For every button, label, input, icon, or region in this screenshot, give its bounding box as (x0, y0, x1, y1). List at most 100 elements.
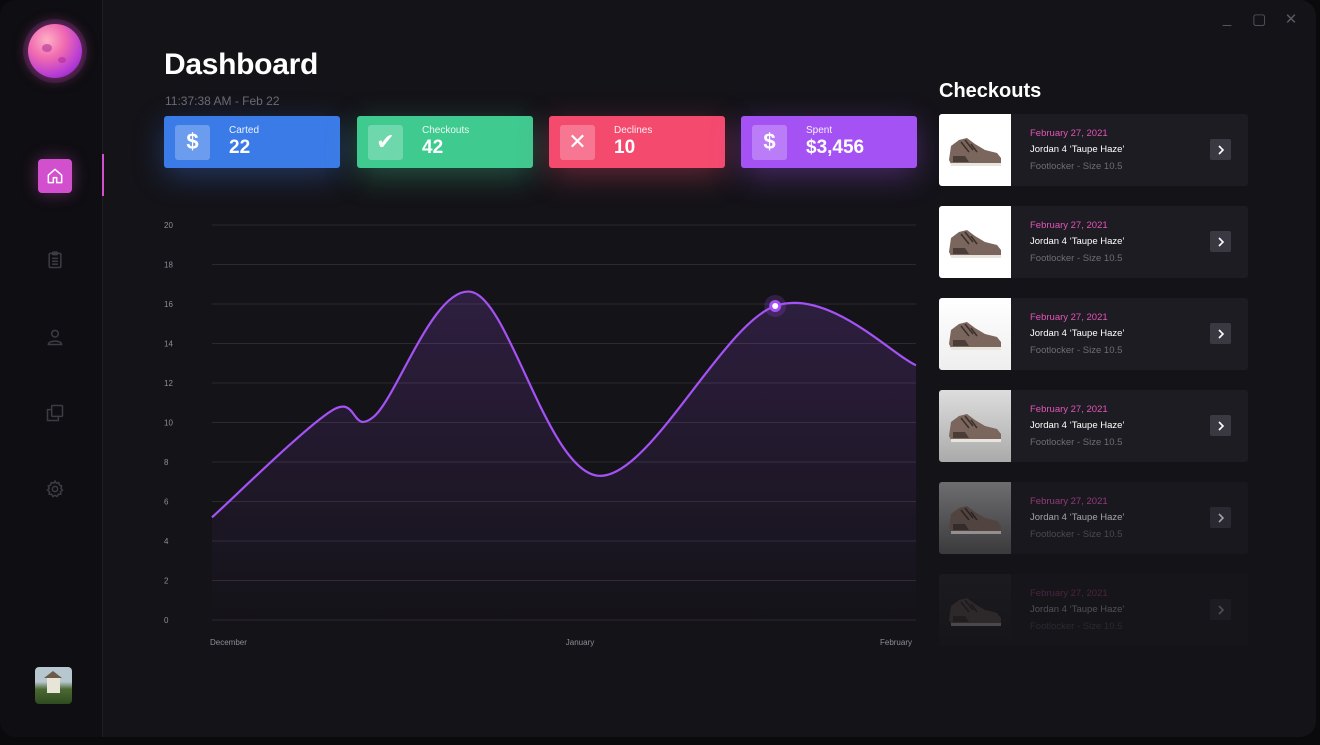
user-icon (47, 329, 63, 346)
avatar-image (44, 671, 62, 693)
copy-icon (46, 404, 64, 422)
app-window: _ ▢ ✕ Dashboard 11:37:38 AM - Feb 22 $ C… (0, 0, 1316, 737)
y-tick-label: 18 (164, 261, 173, 270)
sneaker-image (939, 114, 1011, 186)
stat-value: $3,456 (806, 137, 865, 158)
x-icon: ✕ (560, 124, 595, 160)
x-tick-label: December (210, 638, 247, 647)
checkouts-title: Checkouts (939, 80, 1042, 102)
chevron-right-icon (1217, 144, 1224, 155)
timestamp: 11:37:38 AM - Feb 22 (165, 94, 280, 108)
sneaker-image (939, 298, 1011, 370)
checkout-item[interactable]: February 27, 2021 Jordan 4 ‘Taupe Haze’ Fo… (939, 298, 1248, 370)
nav-proxies[interactable] (38, 396, 72, 430)
stat-value: 22 (229, 137, 251, 158)
sneaker-icon (949, 138, 1001, 166)
planet-icon (28, 24, 82, 78)
sneaker-image (939, 574, 1011, 646)
chevron-right-icon (1217, 604, 1224, 615)
y-tick-label: 8 (164, 458, 169, 467)
checkout-item[interactable]: February 27, 2021 Jordan 4 ‘Taupe Haze’ Fo… (939, 574, 1248, 646)
checkout-product: Jordan 4 ‘Taupe Haze’ (1030, 420, 1125, 431)
view-checkout-button[interactable] (1210, 415, 1231, 436)
checkout-date: February 27, 2021 (1030, 404, 1108, 415)
chevron-right-icon (1217, 328, 1224, 339)
checkout-date: February 27, 2021 (1030, 220, 1108, 231)
y-tick-label: 6 (164, 498, 169, 507)
checkout-product: Jordan 4 ‘Taupe Haze’ (1030, 604, 1125, 615)
stat-label: Declines (614, 125, 653, 136)
view-checkout-button[interactable] (1210, 323, 1231, 344)
checkout-store: Footlocker - Size 10.5 (1030, 253, 1123, 264)
checkout-item[interactable]: February 27, 2021 Jordan 4 ‘Taupe Haze’ Fo… (939, 206, 1248, 278)
avatar[interactable] (35, 667, 72, 704)
stat-card-spent[interactable]: $ Spent $3,456 (741, 116, 917, 168)
line-area-fill (212, 291, 916, 620)
y-tick-label: 0 (164, 616, 169, 625)
sidebar (0, 0, 104, 737)
view-checkout-button[interactable] (1210, 231, 1231, 252)
active-nav-indicator (102, 154, 104, 196)
window-controls: _ ▢ ✕ (1220, 10, 1298, 28)
y-tick-label: 20 (164, 221, 173, 230)
check-icon: ✔ (368, 124, 403, 160)
y-tick-label: 10 (164, 419, 173, 428)
y-tick-label: 2 (164, 577, 169, 586)
home-icon (47, 168, 63, 184)
minimize-icon[interactable]: _ (1220, 10, 1234, 28)
checkout-line-chart: 20181614121086420December January February (164, 221, 917, 647)
checkout-store: Footlocker - Size 10.5 (1030, 161, 1123, 172)
sneaker-image (939, 390, 1011, 462)
checkout-item[interactable]: February 27, 2021 Jordan 4 ‘Taupe Haze’ Fo… (939, 390, 1248, 462)
y-tick-label: 12 (164, 379, 173, 388)
checkout-store: Footlocker - Size 10.5 (1030, 437, 1123, 448)
checkout-product: Jordan 4 ‘Taupe Haze’ (1030, 236, 1125, 247)
checkout-store: Footlocker - Size 10.5 (1030, 345, 1123, 356)
checkout-product: Jordan 4 ‘Taupe Haze’ (1030, 144, 1125, 155)
x-tick-label: January (566, 638, 594, 647)
nav-settings[interactable] (38, 472, 72, 506)
sneaker-icon (949, 230, 1001, 258)
x-tick-label: February (880, 638, 912, 647)
close-icon[interactable]: ✕ (1284, 10, 1298, 28)
nav-home[interactable] (38, 159, 72, 193)
chevron-right-icon (1217, 236, 1224, 247)
app-logo[interactable] (23, 19, 87, 83)
checkout-store: Footlocker - Size 10.5 (1030, 529, 1123, 540)
stat-card-carted[interactable]: $ Carted 22 (164, 116, 340, 168)
clipboard-icon (48, 251, 62, 269)
y-tick-label: 16 (164, 300, 173, 309)
checkout-date: February 27, 2021 (1030, 128, 1108, 139)
gear-icon (46, 479, 64, 498)
stat-value: 42 (422, 137, 444, 158)
highlight-point-center (772, 302, 779, 309)
dollar-icon: $ (175, 124, 210, 160)
nav-profiles[interactable] (38, 320, 72, 354)
checkout-item[interactable]: February 27, 2021 Jordan 4 ‘Taupe Haze’ Fo… (939, 114, 1248, 186)
chevron-right-icon (1217, 512, 1224, 523)
dollar-icon: $ (752, 124, 787, 160)
stat-label: Checkouts (422, 125, 470, 136)
y-tick-label: 4 (164, 537, 169, 546)
stat-value: 10 (614, 137, 636, 158)
checkout-date: February 27, 2021 (1030, 496, 1108, 507)
checkout-product: Jordan 4 ‘Taupe Haze’ (1030, 328, 1125, 339)
y-tick-label: 14 (164, 340, 173, 349)
sneaker-icon (949, 506, 1001, 534)
sneaker-icon (949, 414, 1001, 442)
sneaker-icon (949, 322, 1001, 350)
maximize-icon[interactable]: ▢ (1252, 10, 1266, 28)
checkout-store: Footlocker - Size 10.5 (1030, 621, 1123, 632)
sneaker-icon (949, 598, 1001, 626)
stat-card-checkouts[interactable]: ✔ Checkouts 42 (357, 116, 533, 168)
view-checkout-button[interactable] (1210, 507, 1231, 528)
checkout-product: Jordan 4 ‘Taupe Haze’ (1030, 512, 1125, 523)
stat-card-declines[interactable]: ✕ Declines 10 (549, 116, 725, 168)
nav-tasks[interactable] (38, 243, 72, 277)
checkout-item[interactable]: February 27, 2021 Jordan 4 ‘Taupe Haze’ Fo… (939, 482, 1248, 554)
view-checkout-button[interactable] (1210, 139, 1231, 160)
stat-label: Carted (229, 125, 260, 136)
sneaker-image (939, 206, 1011, 278)
view-checkout-button[interactable] (1210, 599, 1231, 620)
checkout-date: February 27, 2021 (1030, 312, 1108, 323)
